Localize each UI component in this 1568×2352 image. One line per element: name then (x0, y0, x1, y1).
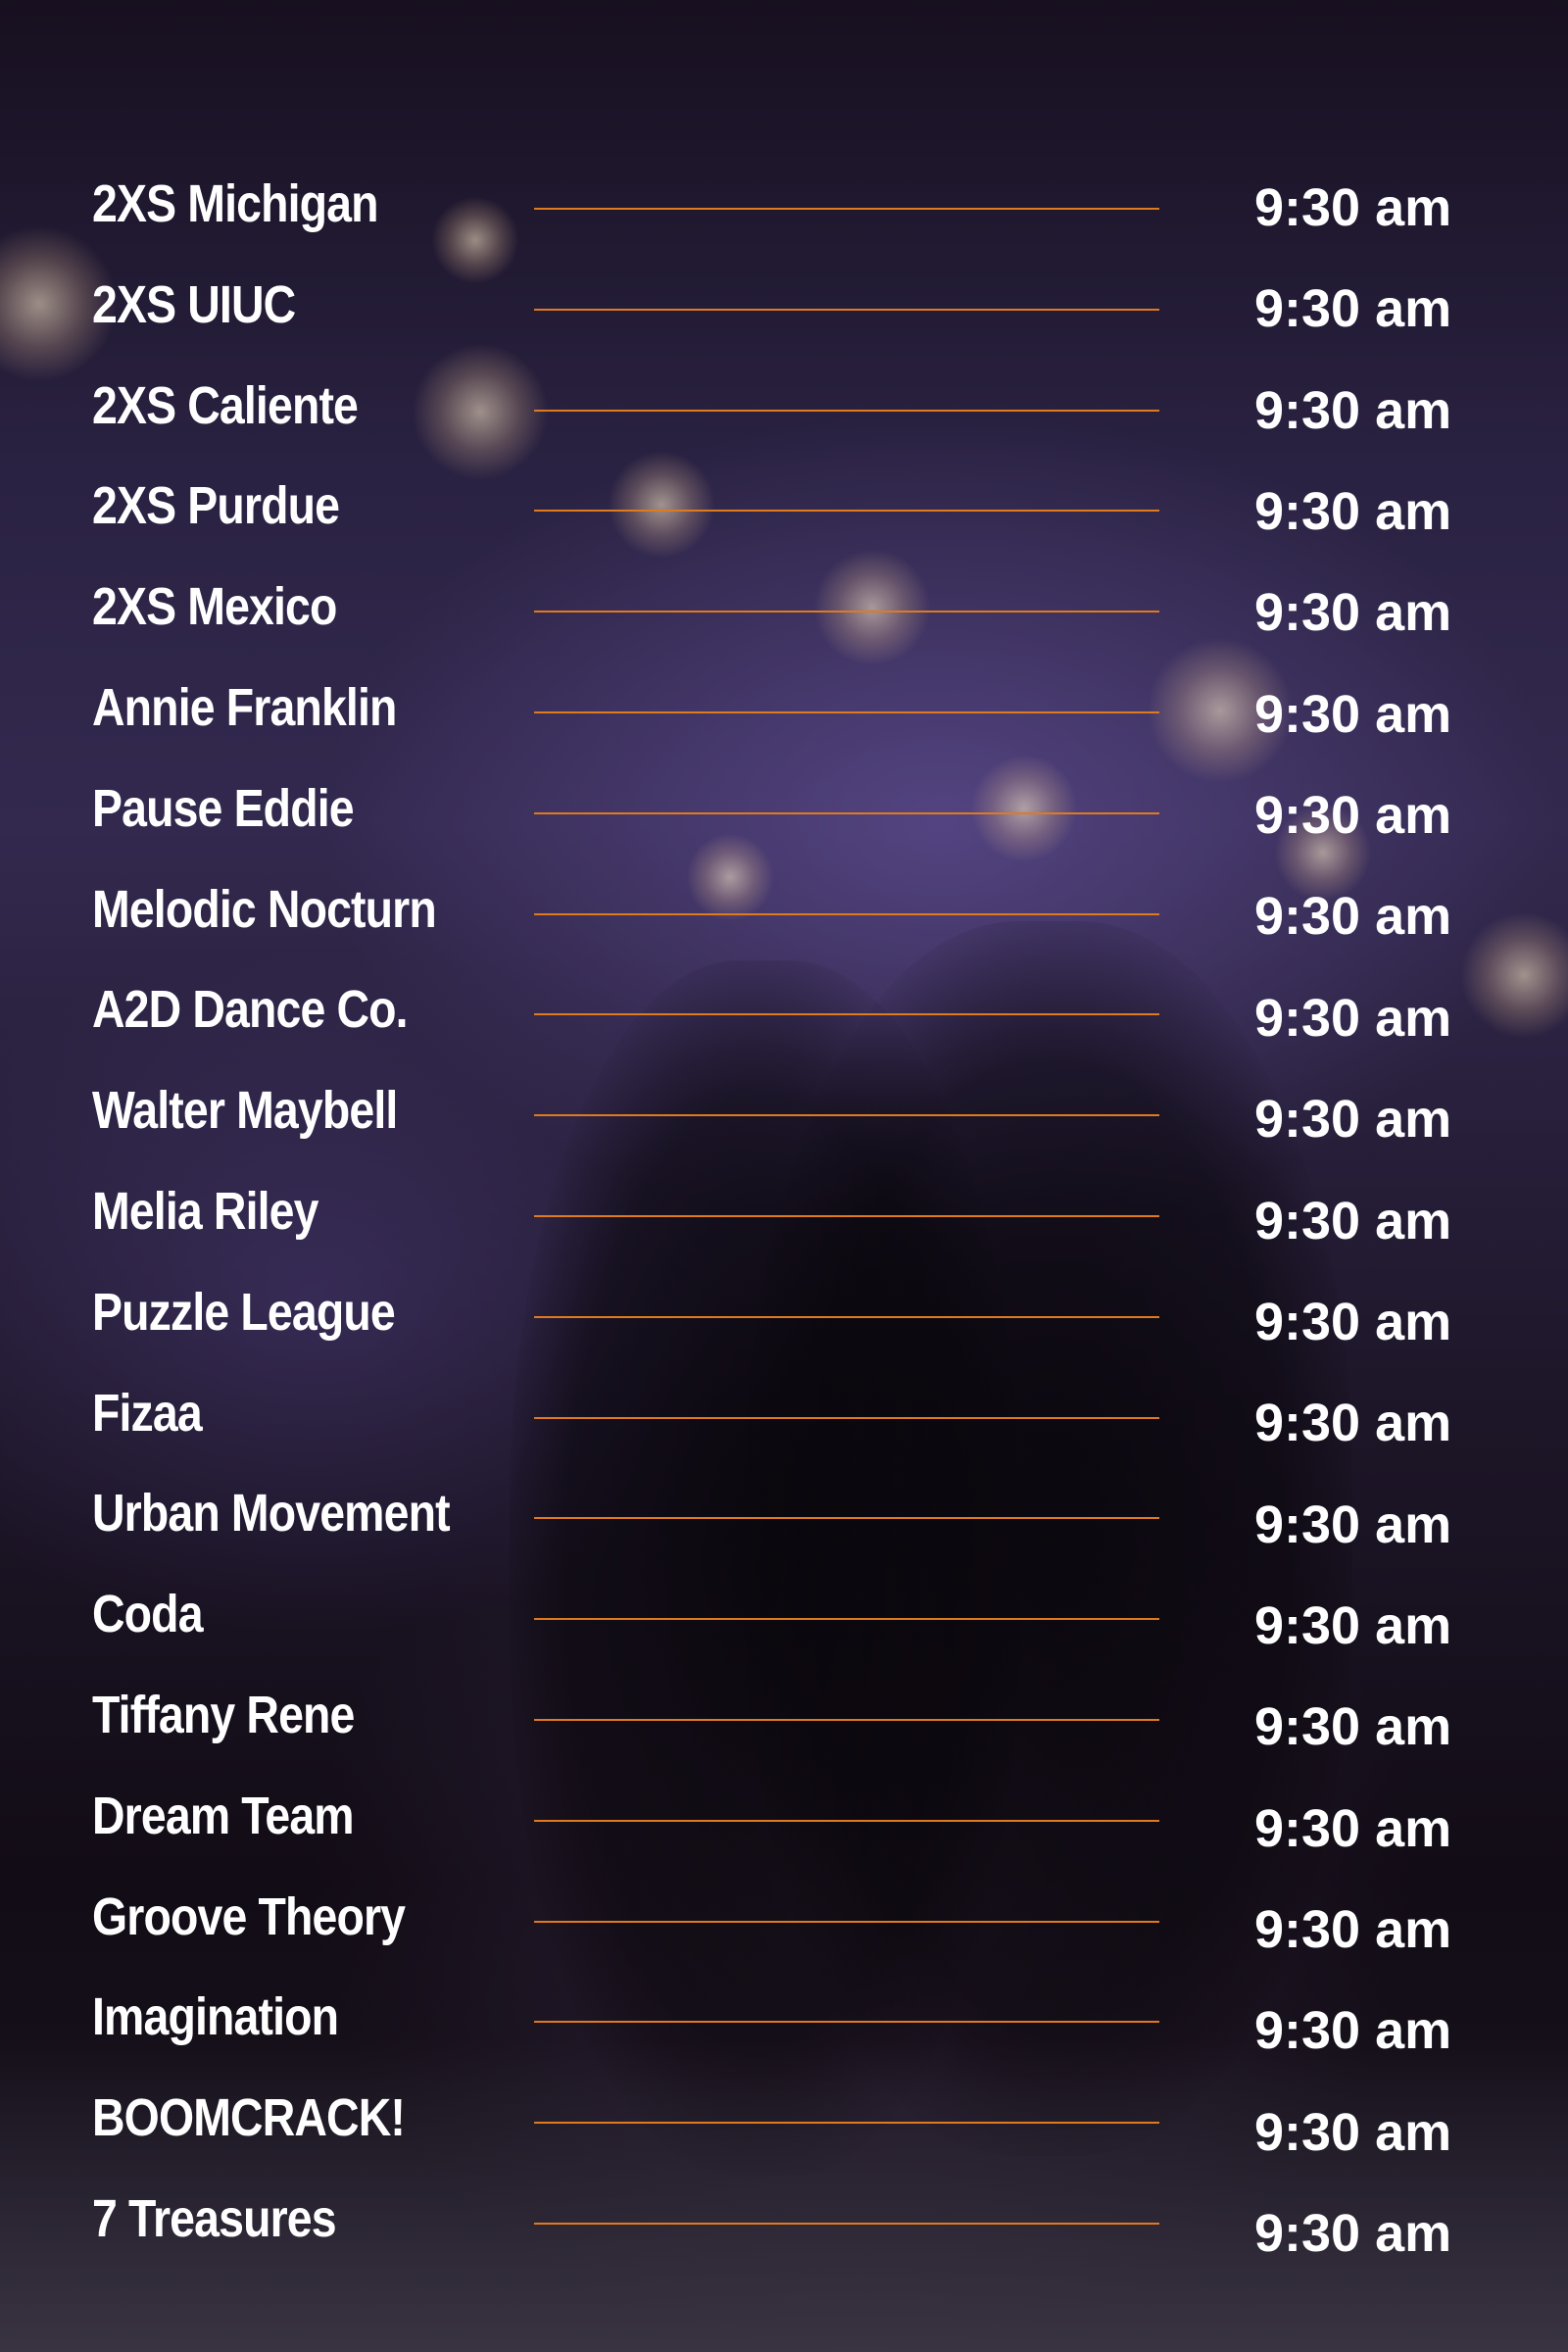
performance-time: 9:30 am (1254, 786, 1452, 846)
leader-line (534, 811, 1159, 814)
schedule-row: 2XS UIUC 9:30 am (0, 266, 1568, 344)
performer-name: Groove Theory (92, 1886, 406, 1946)
performance-time: 9:30 am (1254, 684, 1452, 744)
schedule-row: Groove Theory 9:30 am (0, 1878, 1568, 1959)
leader-line (534, 1013, 1159, 1016)
leader-line (534, 510, 1159, 513)
performer-name: Melodic Nocturn (92, 879, 437, 939)
performance-time: 9:30 am (1254, 1595, 1452, 1655)
schedule-row: Melodic Nocturn 9:30 am (0, 870, 1568, 949)
performance-time: 9:30 am (1254, 178, 1452, 237)
performer-name: Walter Maybell (92, 1081, 398, 1141)
leader-line (534, 1416, 1159, 1419)
performer-name: 7 Treasures (92, 2189, 337, 2248)
performer-name: Imagination (92, 1987, 339, 2047)
performance-time: 9:30 am (1254, 1899, 1452, 1959)
performance-time: 9:30 am (1254, 887, 1452, 947)
performance-time: 9:30 am (1254, 988, 1452, 1048)
performer-schedule: 2XS Michigan 9:30 am 2XS UIUC 9:30 am 2XS Ca… (0, 0, 1568, 2352)
performer-name: Puzzle League (92, 1282, 396, 1342)
performer-name: Urban Movement (92, 1484, 451, 1544)
performance-time: 9:30 am (1254, 2001, 1452, 2061)
leader-line (534, 1719, 1159, 1721)
schedule-row: Urban Movement 9:30 am (0, 1474, 1568, 1553)
leader-line (534, 1819, 1159, 1822)
performer-name: 2XS Caliente (92, 375, 359, 435)
performance-time: 9:30 am (1254, 482, 1452, 542)
leader-line (534, 1215, 1159, 1217)
performer-name: 2XS Mexico (92, 577, 337, 637)
performer-name: Coda (92, 1585, 204, 1644)
schedule-row: BOOMCRACK! 9:30 am (0, 2079, 1568, 2161)
schedule-row: A2D Dance Co. 9:30 am (0, 970, 1568, 1049)
performer-name: A2D Dance Co. (92, 980, 409, 1040)
schedule-row: Walter Maybell 9:30 am (0, 1071, 1568, 1150)
schedule-row: Tiffany Rene 9:30 am (0, 1676, 1568, 1756)
schedule-row: 2XS Purdue 9:30 am (0, 466, 1568, 545)
leader-line (534, 1315, 1159, 1318)
leader-line (534, 2021, 1159, 2024)
performance-time: 9:30 am (1254, 1798, 1452, 1858)
schedule-row: Imagination 9:30 am (0, 1978, 1568, 2060)
performance-time: 9:30 am (1254, 279, 1452, 339)
schedule-row: Pause Eddie 9:30 am (0, 769, 1568, 848)
performer-name: Dream Team (92, 1786, 355, 1845)
performer-name: Pause Eddie (92, 778, 355, 838)
schedule-row: 2XS Mexico 9:30 am (0, 567, 1568, 646)
performer-name: Annie Franklin (92, 678, 397, 737)
leader-line (534, 1618, 1159, 1621)
performer-name: Fizaa (92, 1383, 203, 1443)
leader-line (534, 611, 1159, 613)
performer-name: Melia Riley (92, 1182, 318, 1241)
performer-name: 2XS Purdue (92, 476, 340, 536)
performance-time: 9:30 am (1254, 1292, 1452, 1351)
performer-name: Tiffany Rene (92, 1686, 355, 1744)
schedule-row: Melia Riley 9:30 am (0, 1172, 1568, 1250)
performance-time: 9:30 am (1254, 1090, 1452, 1150)
performance-time: 9:30 am (1254, 380, 1452, 440)
performance-time: 9:30 am (1254, 583, 1452, 643)
performance-time: 9:30 am (1254, 1494, 1452, 1554)
leader-line (534, 409, 1159, 412)
schedule-row: Fizaa 9:30 am (0, 1374, 1568, 1453)
leader-line (534, 912, 1159, 915)
performance-time: 9:30 am (1254, 2204, 1452, 2263)
leader-line (534, 208, 1159, 210)
leader-line (534, 1114, 1159, 1117)
schedule-row: 7 Treasures 9:30 am (0, 2180, 1568, 2263)
schedule-row: Puzzle League 9:30 am (0, 1273, 1568, 1351)
performance-time: 9:30 am (1254, 1191, 1452, 1250)
leader-line (534, 2223, 1159, 2225)
schedule-row: Dream Team 9:30 am (0, 1777, 1568, 1858)
leader-line (534, 711, 1159, 713)
performer-name: 2XS UIUC (92, 274, 296, 334)
performance-time: 9:30 am (1254, 1697, 1452, 1757)
leader-line (534, 1920, 1159, 1923)
performer-name: BOOMCRACK! (92, 2088, 406, 2148)
schedule-poster: 2XS Michigan 9:30 am 2XS UIUC 9:30 am 2XS Ca… (0, 0, 1568, 2352)
leader-line (534, 2122, 1159, 2125)
performance-time: 9:30 am (1254, 1394, 1452, 1453)
leader-line (534, 308, 1159, 311)
schedule-row: 2XS Michigan 9:30 am (0, 165, 1568, 243)
performer-name: 2XS Michigan (92, 174, 378, 233)
schedule-row: Coda 9:30 am (0, 1575, 1568, 1655)
performance-time: 9:30 am (1254, 2102, 1452, 2162)
schedule-row: Annie Franklin 9:30 am (0, 668, 1568, 747)
leader-line (534, 1517, 1159, 1520)
schedule-row: 2XS Caliente 9:30 am (0, 367, 1568, 445)
